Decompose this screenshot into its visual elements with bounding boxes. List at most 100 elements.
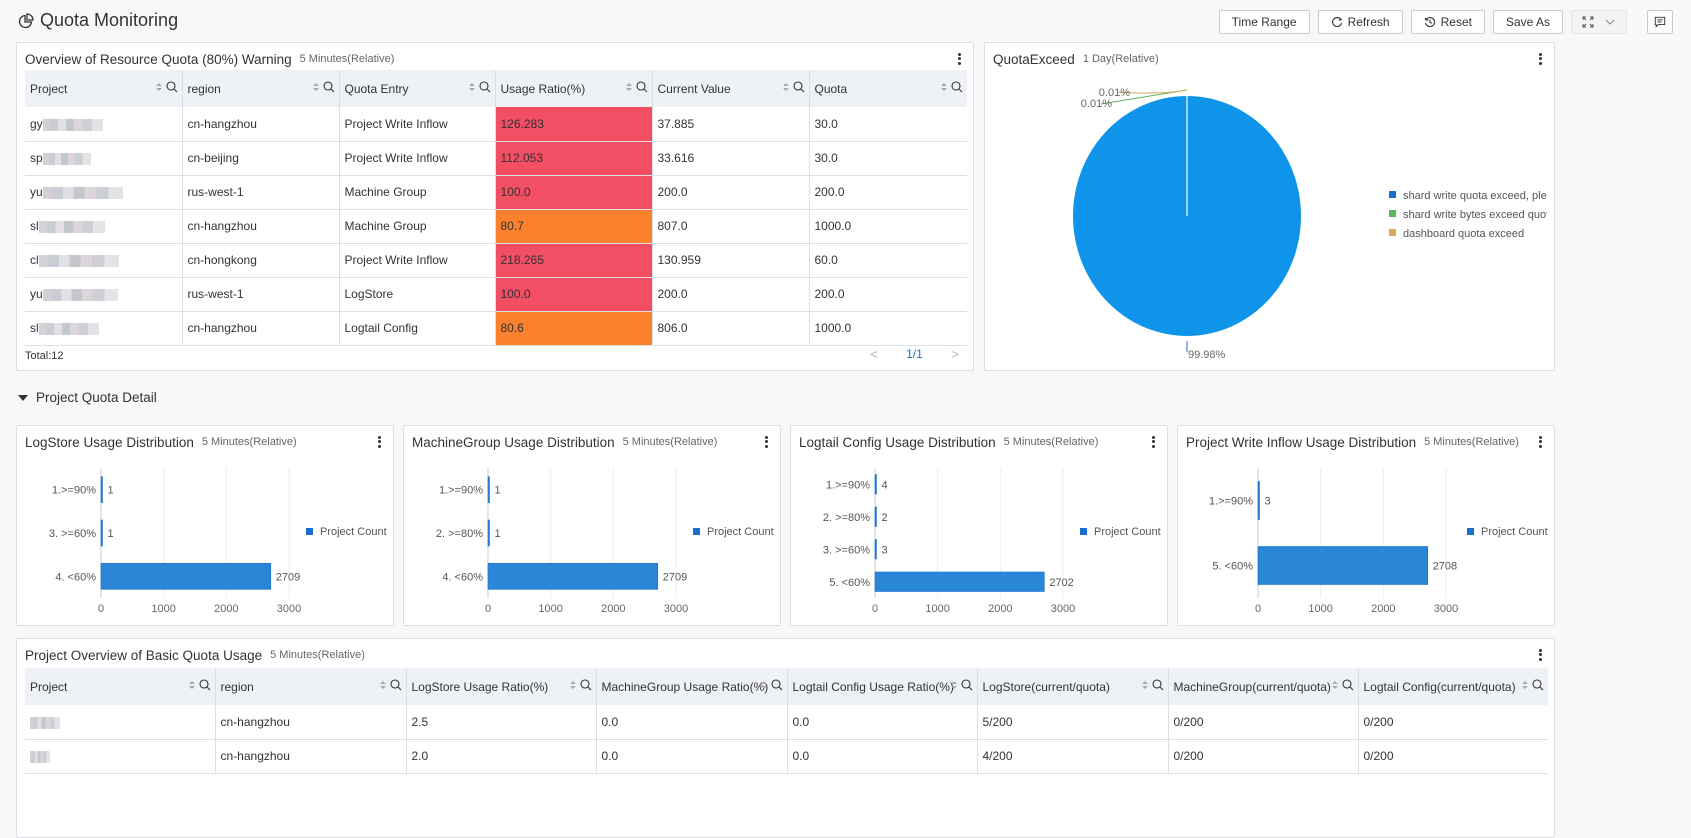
sort-icon[interactable] [1331, 679, 1339, 691]
time-range-button[interactable]: Time Range [1219, 10, 1310, 34]
search-icon[interactable] [793, 81, 805, 93]
column-header[interactable]: Logtail Config(current/quota) [1358, 668, 1548, 705]
project-cell: sp [25, 141, 182, 175]
legend-item[interactable]: shard write quota exceed, ple [1389, 190, 1547, 202]
project-cell [25, 739, 215, 773]
write-inflow-usage-panel: Project Write Inflow Usage Distribution5… [1177, 425, 1555, 626]
quota-cell: 30.0 [809, 107, 967, 141]
column-header[interactable]: MachineGroup(current/quota) [1168, 668, 1358, 705]
sort-icon[interactable] [379, 679, 387, 691]
search-icon[interactable] [636, 81, 648, 93]
y-category-label: 5. <60% [1212, 561, 1253, 573]
current-value-cell: 37.885 [652, 107, 809, 141]
column-header[interactable]: Logtail Config Usage Ratio(%) [787, 668, 977, 705]
prev-page-button[interactable]: < [870, 346, 878, 362]
usage-ratio-cell: 100.0 [495, 277, 652, 311]
pie-label: 0.01% [1099, 87, 1130, 99]
bar[interactable] [101, 563, 271, 589]
bar[interactable] [488, 477, 490, 503]
project-cell [25, 705, 215, 739]
chart-legend[interactable]: Project Count [1080, 526, 1161, 538]
search-icon[interactable] [390, 679, 402, 691]
search-icon[interactable] [580, 679, 592, 691]
sort-icon[interactable] [155, 81, 163, 93]
current-value-cell: 200.0 [652, 277, 809, 311]
search-icon[interactable] [199, 679, 211, 691]
bar[interactable] [488, 563, 658, 589]
column-header[interactable]: region [182, 70, 339, 107]
quota-entry-cell: Project Write Inflow [339, 141, 495, 175]
column-tools [760, 679, 783, 691]
column-header[interactable]: LogStore Usage Ratio(%) [406, 668, 596, 705]
save-as-button[interactable]: Save As [1493, 10, 1563, 34]
sort-icon[interactable] [760, 679, 768, 691]
table-cell: cn-hangzhou [215, 705, 406, 739]
chart-legend[interactable]: Project Count [1467, 526, 1548, 538]
section-title: Project Quota Detail [36, 390, 157, 405]
next-page-button[interactable]: > [951, 346, 959, 362]
project-name: yu [30, 185, 43, 199]
fullscreen-dropdown[interactable] [1571, 10, 1627, 34]
refresh-button[interactable]: Refresh [1318, 10, 1403, 34]
sort-icon[interactable] [569, 679, 577, 691]
search-icon[interactable] [961, 679, 973, 691]
bar[interactable] [1258, 547, 1428, 585]
bar[interactable] [875, 507, 877, 527]
bar-value-label: 2709 [663, 571, 687, 583]
column-header[interactable]: Current Value [652, 70, 809, 107]
project-quota-detail-toggle[interactable]: Project Quota Detail [18, 390, 157, 405]
table-cell: 0/200 [1358, 739, 1548, 773]
legend-item[interactable]: dashboard quota exceed [1389, 228, 1524, 240]
comment-button[interactable] [1647, 10, 1673, 34]
bar[interactable] [875, 572, 1044, 592]
sort-icon[interactable] [468, 81, 476, 93]
table-row: clcn-hongkongProject Write Inflow218.265… [25, 243, 967, 277]
column-header[interactable]: Quota Entry [339, 70, 495, 107]
bar[interactable] [488, 520, 490, 546]
legend-item[interactable]: shard write bytes exceed quot [1389, 209, 1549, 221]
bar[interactable] [1258, 482, 1260, 520]
sort-icon[interactable] [782, 81, 790, 93]
search-icon[interactable] [166, 81, 178, 93]
table-cell: 4/200 [977, 739, 1168, 773]
sort-icon[interactable] [940, 81, 948, 93]
sort-icon[interactable] [312, 81, 320, 93]
column-header[interactable]: Project [25, 70, 182, 107]
sort-icon[interactable] [950, 679, 958, 691]
chart-legend[interactable]: Project Count [693, 526, 774, 538]
column-header[interactable]: Usage Ratio(%) [495, 70, 652, 107]
more-options-icon[interactable] [1534, 647, 1546, 663]
column-tools [1521, 679, 1544, 691]
column-header-label: Logtail Config Usage Ratio(%) [793, 680, 954, 694]
bar[interactable] [101, 477, 103, 503]
bar[interactable] [875, 540, 877, 560]
search-icon[interactable] [1532, 679, 1544, 691]
pie-chart-icon [18, 13, 34, 29]
column-header[interactable]: region [215, 668, 406, 705]
chart-legend[interactable]: Project Count [306, 526, 387, 538]
column-header[interactable]: Quota [809, 70, 967, 107]
quota-entry-cell: Project Write Inflow [339, 243, 495, 277]
search-icon[interactable] [1152, 679, 1164, 691]
search-icon[interactable] [951, 81, 963, 93]
project-name: sl [30, 219, 39, 233]
sort-icon[interactable] [625, 81, 633, 93]
bar[interactable] [875, 475, 877, 495]
more-options-icon[interactable] [953, 51, 965, 67]
sort-icon[interactable] [188, 679, 196, 691]
bar[interactable] [101, 520, 103, 546]
project-cell: cl [25, 243, 182, 277]
sort-icon[interactable] [1521, 679, 1529, 691]
search-icon[interactable] [479, 81, 491, 93]
search-icon[interactable] [323, 81, 335, 93]
masked-project-name [39, 255, 119, 267]
reset-button[interactable]: Reset [1411, 10, 1485, 34]
sort-icon[interactable] [1141, 679, 1149, 691]
column-header[interactable]: MachineGroup Usage Ratio(%) [596, 668, 787, 705]
search-icon[interactable] [771, 679, 783, 691]
column-header[interactable]: LogStore(current/quota) [977, 668, 1168, 705]
column-header[interactable]: Project [25, 668, 215, 705]
comment-icon [1654, 15, 1666, 29]
search-icon[interactable] [1342, 679, 1354, 691]
table-cell: 0.0 [787, 739, 977, 773]
